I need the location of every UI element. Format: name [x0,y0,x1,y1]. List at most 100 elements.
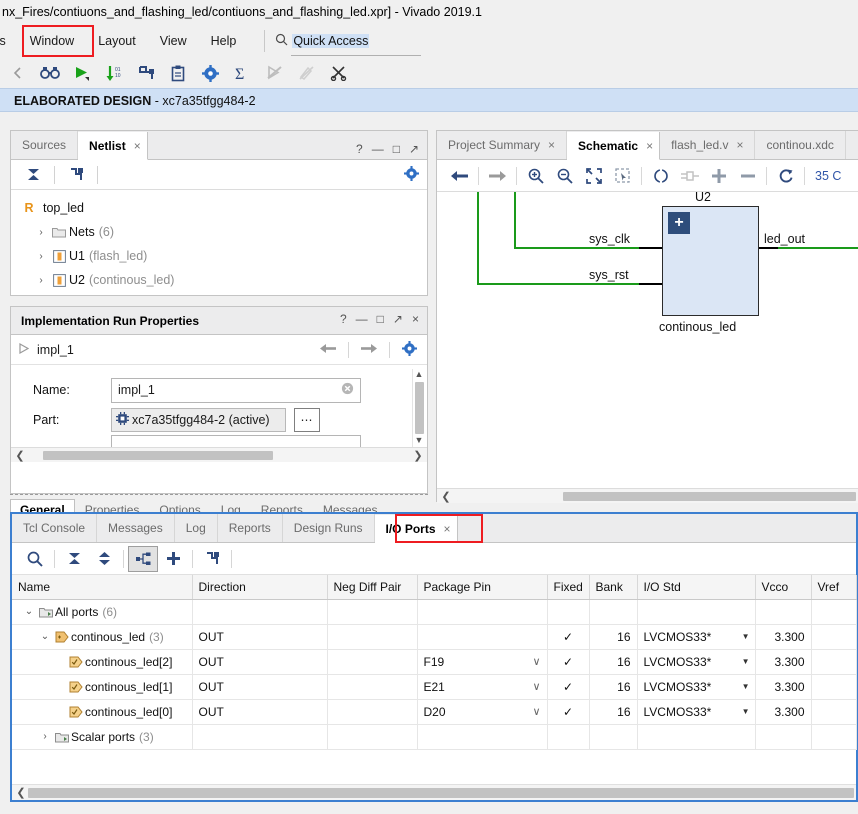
maximize-icon[interactable]: □ [377,312,384,326]
tree-item-u2[interactable]: › U2 (continous_led) [11,268,427,292]
tree-item-u1[interactable]: › U1 (flash_led) [11,244,427,268]
chevron-down-icon[interactable]: ∨ [532,680,540,693]
float-icon[interactable]: ↗ [393,312,403,326]
hierarchy-icon[interactable] [128,545,158,572]
chevron-right-icon[interactable]: › [33,251,49,262]
download-bitstream-icon[interactable]: 01 10 [98,60,130,86]
col-vref[interactable]: Vref [811,575,857,600]
chevron-right-icon[interactable]: › [33,275,49,286]
impl-part-browse-button[interactable]: ⋯ [294,408,320,432]
quick-access-search[interactable]: Quick Access [275,33,423,56]
cell-package-pin[interactable]: F19 ∨ [417,649,548,675]
auto-fit-icon[interactable] [60,162,92,188]
menu-item-view[interactable]: View [148,30,199,52]
hscroll-thumb[interactable] [563,491,856,501]
chevron-down-icon[interactable]: ⌄ [38,631,52,642]
cell-name[interactable]: continous_led[1] [12,674,193,700]
float-icon[interactable]: ↗ [409,142,419,156]
close-icon[interactable]: × [736,138,743,152]
add-cell-icon[interactable] [704,163,733,189]
close-icon[interactable]: × [444,522,451,536]
menu-item-layout[interactable]: Layout [86,30,148,52]
chevron-down-icon[interactable]: ∨ [532,655,540,668]
tab-reports[interactable]: Reports [218,514,283,542]
collapse-all-icon[interactable] [17,162,49,188]
tab-sources[interactable]: Sources [11,131,79,159]
collapse-all-icon[interactable] [59,546,89,572]
cell-io-std[interactable]: LVCMOS33* ▼ [637,699,756,725]
cell-name[interactable]: ⌄ continous_led (3) [12,624,193,650]
col-name[interactable]: Name [12,575,193,600]
run-play-icon[interactable] [66,60,98,86]
col-neg-diff-pair[interactable]: Neg Diff Pair [327,575,418,600]
cell-io-std[interactable]: LVCMOS33* ▼ [637,674,756,700]
cell-fixed[interactable]: ✓ [547,624,590,650]
tab-flash-led-v[interactable]: flash_led.v × [660,131,756,159]
regenerate-icon[interactable] [771,163,800,189]
clear-icon[interactable] [341,382,354,398]
menu-item-help[interactable]: Help [199,30,249,52]
scroll-left-icon[interactable]: ❮ [14,786,28,799]
tab-messages[interactable]: Messages [97,514,175,542]
cell-io-std[interactable]: LVCMOS33* ▼ [637,649,756,675]
tab-design-runs[interactable]: Design Runs [283,514,375,542]
impl-form-vscrollbar[interactable]: ▲ ▼ [412,369,425,447]
menu-item-window[interactable]: Window [18,30,86,52]
chevron-right-icon[interactable]: › [33,227,49,238]
menu-item-reports[interactable]: ts [0,30,18,52]
chevron-down-icon[interactable]: ▼ [742,682,750,691]
remove-cell-icon[interactable] [733,163,762,189]
cell-name[interactable]: continous_led[0] [12,699,193,725]
cell-fixed[interactable]: ✓ [547,649,590,675]
cell-fixed[interactable]: ✓ [547,674,590,700]
expand-all-icon[interactable] [89,546,119,572]
maximize-icon[interactable]: □ [393,142,400,156]
col-vcco[interactable]: Vcco [755,575,812,600]
col-direction[interactable]: Direction [192,575,328,600]
tree-item-nets[interactable]: › Nets (6) [11,220,427,244]
zoom-out-icon[interactable] [550,163,579,189]
col-bank[interactable]: Bank [589,575,638,600]
add-port-icon[interactable] [158,546,188,572]
schematic-canvas[interactable]: + U2 continous_led sys_clk sys_rst led_o… [437,192,858,488]
cell-package-pin[interactable]: D20 ∨ [417,699,548,725]
scroll-right-icon[interactable]: ❯ [411,449,425,462]
scissors-icon[interactable] [322,60,354,86]
tab-io-ports[interactable]: I/O Ports × [374,515,458,543]
expand-block-icon[interactable]: + [668,212,690,234]
cell-package-pin[interactable] [417,624,548,650]
schematic-hscrollbar[interactable]: ❮ [437,488,858,503]
help-icon[interactable]: ? [356,142,363,156]
zoom-in-icon[interactable] [521,163,550,189]
tab-schematic[interactable]: Schematic × [567,132,661,160]
chevron-right-icon[interactable]: › [38,731,52,742]
impl-part-combo[interactable]: xc7a35tfgg484-2 (active) [111,408,286,432]
cell-io-std[interactable]: LVCMOS33* ▼ [637,624,756,650]
auto-fit-icon[interactable] [197,546,227,572]
back-arrow-icon[interactable] [2,60,34,86]
col-package-pin[interactable]: Package Pin [417,575,548,600]
chevron-down-icon[interactable]: ▼ [742,632,750,641]
io-ports-hscrollbar[interactable]: ❮ [12,784,856,800]
cell-fixed[interactable]: ✓ [547,699,590,725]
hscroll-track[interactable] [453,491,856,501]
impl-settings-icon[interactable] [402,340,417,359]
tab-netlist[interactable]: Netlist × [78,132,148,160]
center-view-icon[interactable] [646,163,675,189]
cell-name[interactable]: continous_led[2] [12,649,193,675]
search-icon[interactable] [20,546,50,572]
cell-name[interactable]: ⌄ All ports (6) [12,599,193,625]
tree-root-top-led[interactable]: R top_led [11,196,427,220]
sigma-icon[interactable]: Σ [226,60,258,86]
quick-access-value[interactable]: Quick Access [292,34,370,48]
vscroll-thumb[interactable] [414,382,424,434]
close-icon[interactable]: × [134,139,141,153]
settings-gear-icon[interactable] [194,60,226,86]
scroll-left-icon[interactable]: ❮ [13,449,27,462]
nav-back-icon[interactable] [320,343,336,357]
minimize-icon[interactable]: — [356,312,368,326]
cell-package-pin[interactable]: E21 ∨ [417,674,548,700]
col-io-std[interactable]: I/O Std [637,575,756,600]
nav-back-icon[interactable] [445,163,474,189]
minimize-icon[interactable]: — [372,142,384,156]
